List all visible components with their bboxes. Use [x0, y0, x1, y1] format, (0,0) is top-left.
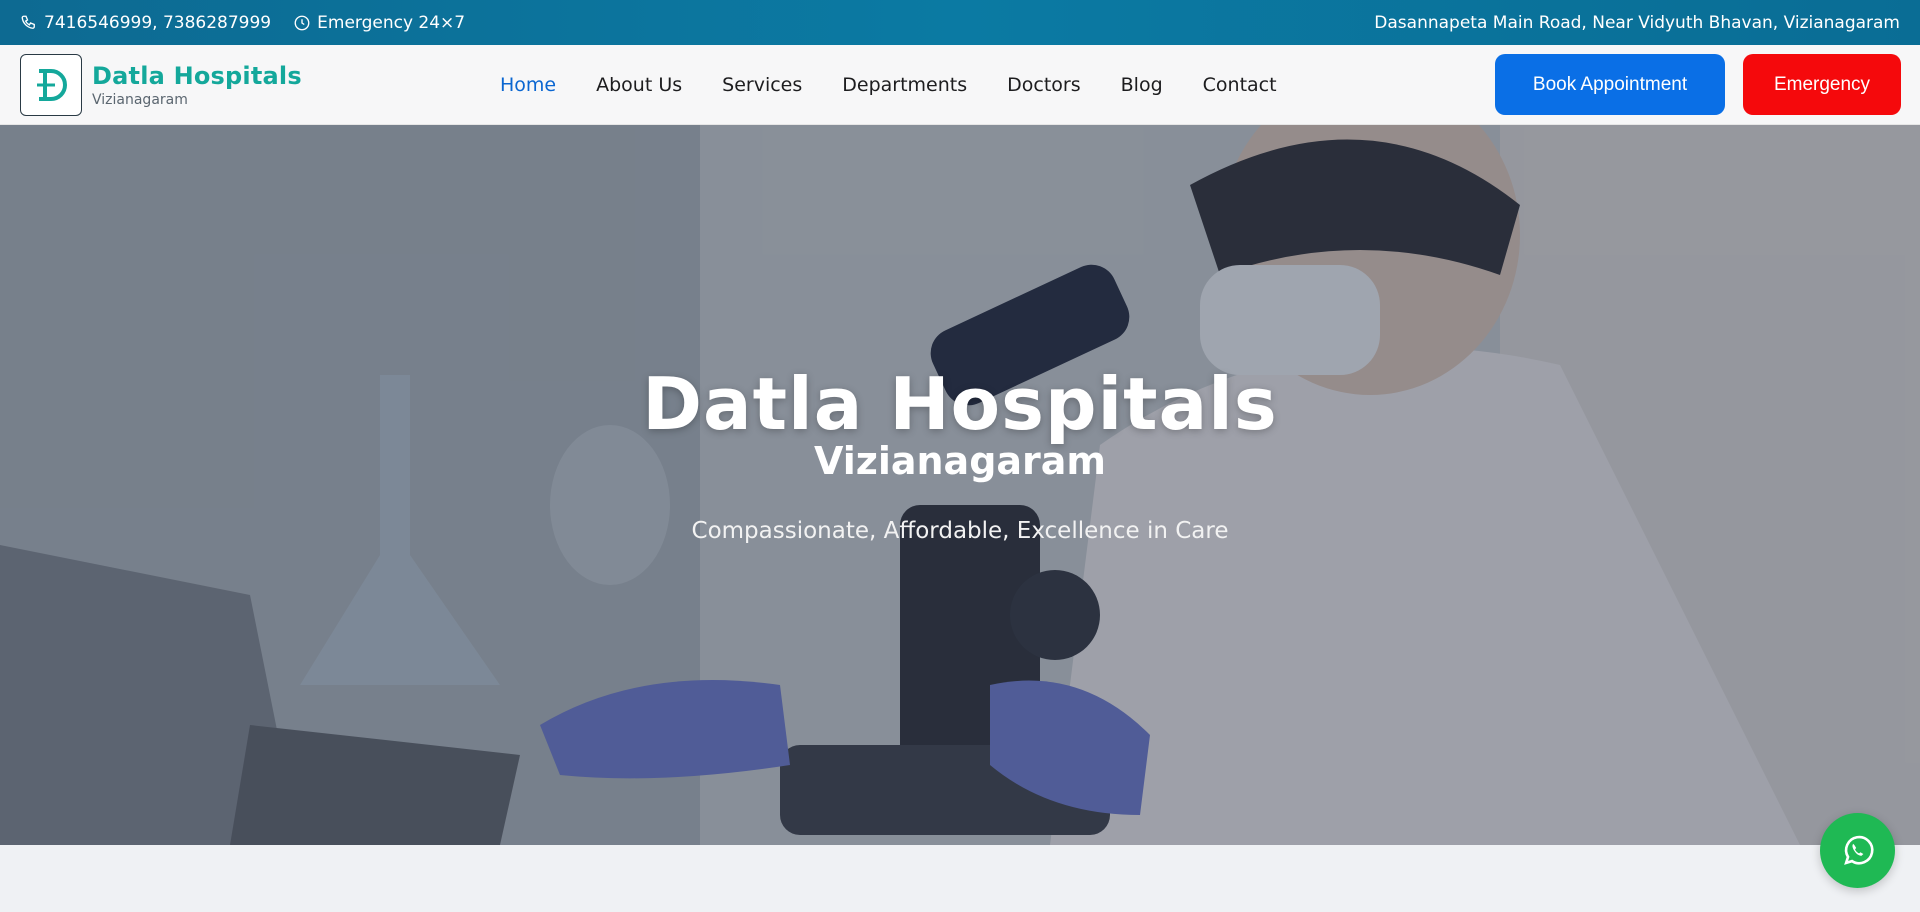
address-text: Dasannapeta Main Road, Near Vidyuth Bhav… [1374, 12, 1900, 33]
hero-overlay [0, 125, 1920, 845]
phone-info[interactable]: 7416546999, 7386287999 [20, 13, 271, 33]
phone-numbers: 7416546999, 7386287999 [44, 12, 272, 33]
nav-about-us[interactable]: About Us [596, 74, 682, 96]
phone-icon [21, 15, 35, 29]
hero-title: Datla Hospitals [642, 362, 1278, 446]
hero-banner: Datla Hospitals Vizianagaram Compassiona… [0, 125, 1920, 845]
nav-blog[interactable]: Blog [1121, 74, 1163, 96]
nav-contact[interactable]: Contact [1203, 74, 1277, 96]
top-info-bar: 7416546999, 7386287999 Emergency 24×7 Da… [0, 0, 1920, 45]
nav-departments[interactable]: Departments [842, 74, 967, 96]
next-section [0, 845, 1920, 912]
emergency-button[interactable]: Emergency [1743, 54, 1901, 115]
book-appointment-button[interactable]: Book Appointment [1495, 54, 1725, 115]
brand[interactable]: Datla Hospitals Vizianagaram [92, 62, 302, 108]
whatsapp-button[interactable] [1820, 813, 1895, 888]
nav-home[interactable]: Home [500, 74, 556, 96]
emergency-info: Emergency 24×7 [293, 13, 465, 33]
hero-subtitle: Vizianagaram [813, 439, 1107, 483]
site-header: Datla Hospitals Vizianagaram Home About … [0, 45, 1920, 125]
logo[interactable] [20, 53, 82, 116]
clock-icon [294, 15, 310, 30]
whatsapp-icon [1843, 835, 1873, 865]
address-info: Dasannapeta Main Road, Near Vidyuth Bhav… [1374, 13, 1900, 33]
logo-mark-icon [37, 68, 67, 101]
nav-doctors[interactable]: Doctors [1007, 74, 1081, 96]
brand-name: Datla Hospitals [92, 61, 302, 90]
brand-city: Vizianagaram [92, 91, 188, 108]
hero-tagline: Compassionate, Affordable, Excellence in… [691, 518, 1229, 544]
nav-services[interactable]: Services [722, 74, 802, 96]
emergency-hours: Emergency 24×7 [317, 12, 466, 33]
main-nav: Home About Us Services Departments Docto… [500, 45, 1277, 125]
